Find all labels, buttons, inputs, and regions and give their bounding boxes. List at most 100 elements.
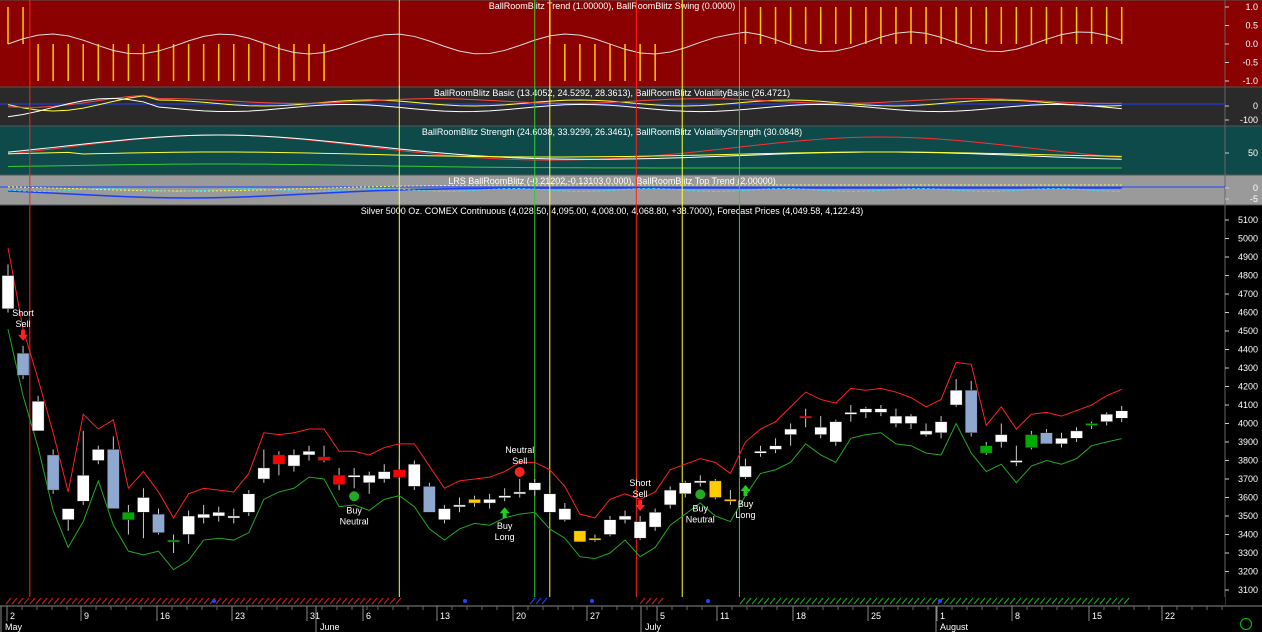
candle-body bbox=[453, 504, 466, 508]
candle-body bbox=[558, 508, 572, 520]
price-tick-label: 3200 bbox=[1238, 567, 1258, 577]
panel-1-tick-label: -0.5 bbox=[1242, 58, 1258, 68]
x-tick-label: 13 bbox=[440, 611, 450, 621]
candle-body bbox=[378, 471, 391, 480]
candle-body bbox=[769, 445, 782, 450]
x-tick-label: 16 bbox=[160, 611, 170, 621]
candle-body bbox=[633, 521, 647, 539]
signal-label: Sell bbox=[633, 489, 648, 499]
price-tick-label: 4500 bbox=[1238, 326, 1258, 336]
x-tick-label: 11 bbox=[720, 611, 729, 621]
x-tick-label: 8 bbox=[1015, 611, 1020, 621]
x-tick-label: 25 bbox=[871, 611, 881, 621]
candle-body bbox=[739, 465, 752, 478]
candle-body bbox=[408, 463, 421, 487]
candle-body bbox=[995, 434, 1008, 443]
candle-body bbox=[77, 475, 90, 502]
candle-body bbox=[904, 415, 918, 424]
signal-label: Sell bbox=[512, 456, 527, 466]
candle-body bbox=[1100, 414, 1113, 422]
candle-body bbox=[16, 352, 30, 376]
panel-4-tick-label: -5 bbox=[1250, 194, 1258, 204]
signal-label: Short bbox=[12, 308, 34, 318]
candle-body bbox=[498, 495, 511, 498]
price-tick-label: 4900 bbox=[1238, 252, 1258, 262]
neutral-buy-icon bbox=[695, 489, 706, 500]
candle-body bbox=[724, 499, 737, 502]
candle-body bbox=[859, 408, 873, 413]
candle-body bbox=[242, 493, 256, 513]
panel-4-tick-label: 0 bbox=[1253, 183, 1258, 193]
candle-body bbox=[588, 537, 602, 541]
candle-body bbox=[317, 456, 331, 461]
candle-body bbox=[694, 480, 707, 484]
candle-body bbox=[679, 482, 692, 495]
candle-body bbox=[272, 454, 286, 465]
candle-body bbox=[829, 421, 842, 443]
candle-body bbox=[137, 497, 150, 513]
candle-body bbox=[92, 449, 105, 461]
neutral-sell-icon bbox=[514, 467, 525, 477]
signal-label: Buy bbox=[497, 521, 513, 531]
price-tick-label: 3600 bbox=[1238, 493, 1258, 503]
price-tick-label: 5000 bbox=[1238, 234, 1258, 244]
x-tick-label: 1 bbox=[940, 611, 945, 621]
x-tick-label: 27 bbox=[590, 611, 600, 621]
candle-body bbox=[468, 499, 481, 504]
candle-body bbox=[61, 508, 75, 520]
candle-body bbox=[964, 389, 978, 434]
panel-4-title: LRS BallRoomBlitz (-0.21202,-0.13103,0.0… bbox=[448, 176, 776, 186]
signal-label: Short bbox=[629, 478, 651, 488]
candle-body bbox=[814, 426, 827, 435]
x-tick-label: 2 bbox=[10, 611, 15, 621]
candle-body bbox=[227, 515, 240, 519]
price-tick-label: 5100 bbox=[1238, 215, 1258, 225]
candle-body bbox=[799, 415, 812, 419]
candle-body bbox=[528, 482, 541, 491]
month-label: August bbox=[940, 622, 969, 632]
candle-body bbox=[1040, 432, 1053, 445]
candle-body bbox=[393, 469, 406, 478]
candle-body bbox=[287, 454, 301, 467]
strip-marker-dot bbox=[463, 599, 467, 603]
price-tick-label: 4600 bbox=[1238, 308, 1258, 318]
signal-label: Buy bbox=[738, 499, 754, 509]
price-tick-label: 4700 bbox=[1238, 289, 1258, 299]
candle-body bbox=[1070, 430, 1083, 439]
price-tick-label: 3300 bbox=[1238, 548, 1258, 558]
candle-body bbox=[1055, 438, 1068, 445]
candle-body bbox=[31, 401, 45, 432]
candle-body bbox=[980, 445, 993, 454]
x-tick-label: 31 bbox=[310, 611, 320, 621]
x-tick-label: 18 bbox=[796, 611, 806, 621]
signal-label: Neutral bbox=[340, 516, 369, 526]
candle-body bbox=[874, 408, 888, 413]
panel-5-background bbox=[0, 205, 1262, 605]
month-label: May bbox=[5, 622, 23, 632]
signal-strip bbox=[0, 597, 1225, 605]
panel-2-tick-label: -100 bbox=[1240, 115, 1258, 125]
candle-body bbox=[754, 451, 767, 454]
candle-body bbox=[46, 454, 60, 491]
strip-marker-dot bbox=[212, 599, 216, 603]
candle-body bbox=[1010, 460, 1023, 463]
candle-body bbox=[257, 467, 271, 480]
smiley-icon bbox=[1240, 618, 1252, 630]
candle-body bbox=[709, 480, 722, 498]
panel-1-tick-label: 1.0 bbox=[1245, 2, 1258, 12]
candle-body bbox=[423, 486, 436, 513]
panel-3-tick-label: 50 bbox=[1248, 148, 1258, 158]
panel-1-title: BallRoomBlitz Trend (1.00000), BallRoomB… bbox=[489, 1, 736, 11]
trading-chart[interactable]: 1.00.50.0-0.5-1.00-100500-55100500049004… bbox=[0, 0, 1262, 632]
candle-body bbox=[618, 515, 632, 520]
signal-label: Long bbox=[495, 532, 515, 542]
candle-body bbox=[182, 515, 195, 535]
panel-1-tick-label: -1.0 bbox=[1242, 76, 1258, 86]
panel-2-title: BallRoomBlitz Basic (13.4052, 24.5292, 2… bbox=[434, 88, 790, 98]
x-tick-label: 5 bbox=[660, 611, 665, 621]
price-tick-label: 4300 bbox=[1238, 363, 1258, 373]
signal-label: Sell bbox=[16, 319, 31, 329]
x-tick-label: 6 bbox=[366, 611, 371, 621]
candle-body bbox=[1, 275, 15, 310]
signal-label: Buy bbox=[693, 503, 709, 513]
